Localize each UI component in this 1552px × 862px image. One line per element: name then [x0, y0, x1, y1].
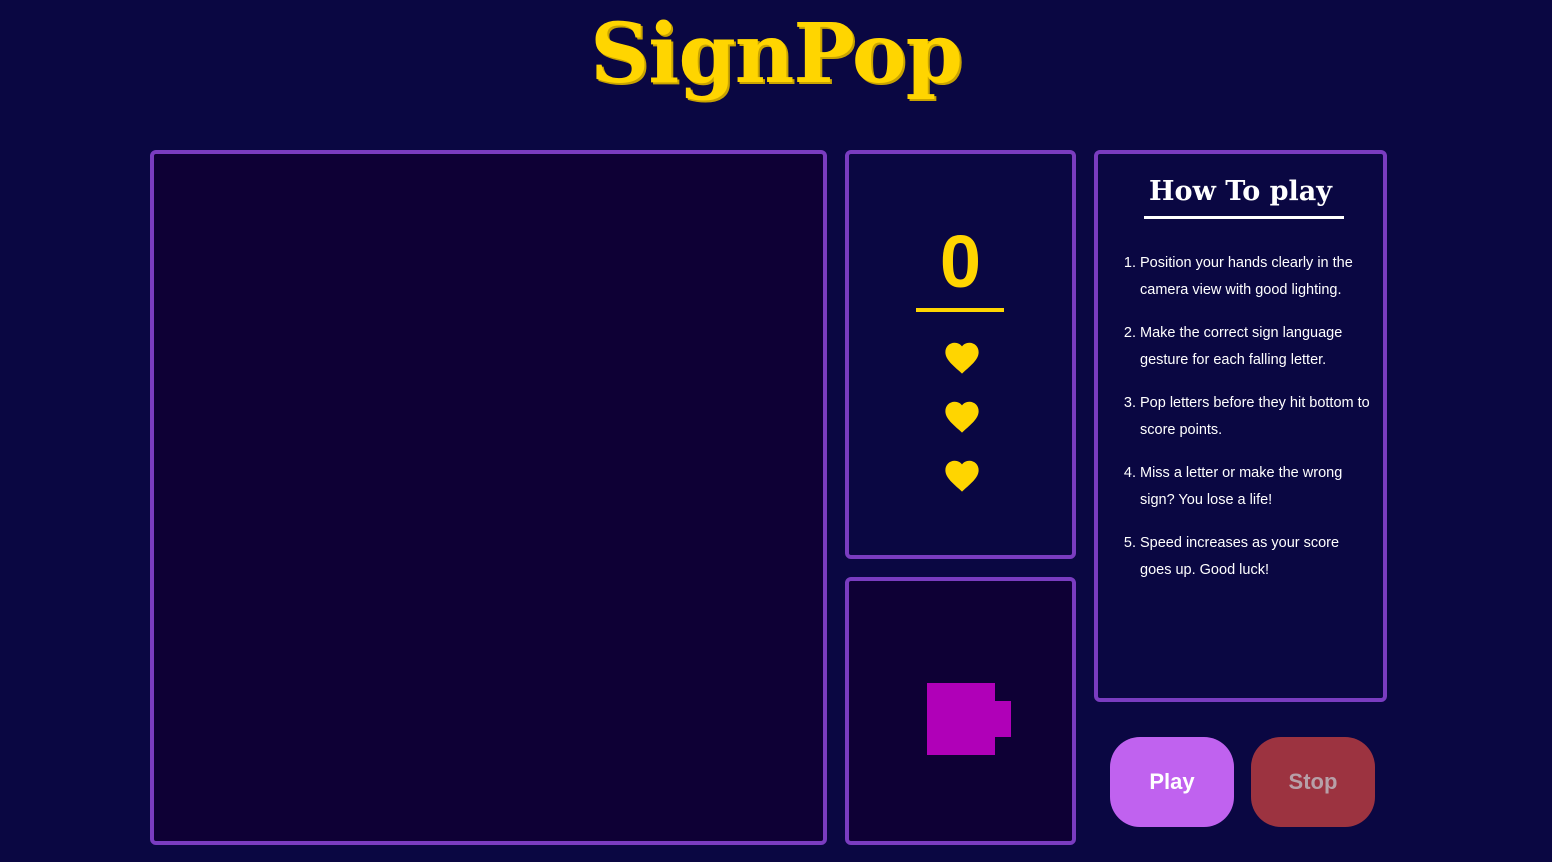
how-to-play-step: Speed increases as your score goes up. G…	[1140, 530, 1370, 584]
how-to-play-title: How To play	[1149, 176, 1332, 207]
how-to-play-step: Position your hands clearly in the camer…	[1140, 250, 1370, 304]
score-panel: 0	[845, 150, 1076, 559]
how-to-play-panel: How To play Position your hands clearly …	[1094, 150, 1387, 702]
how-to-play-list: Position your hands clearly in the camer…	[1102, 250, 1370, 600]
score-value: 0	[939, 220, 982, 303]
game-canvas[interactable]	[150, 150, 827, 845]
how-to-play-step: Pop letters before they hit bottom to sc…	[1140, 390, 1370, 444]
camera-view	[845, 577, 1076, 845]
video-camera-icon	[927, 683, 1011, 755]
game-title: SignPop	[590, 6, 963, 102]
heart-icon	[945, 460, 979, 492]
stop-button[interactable]: Stop	[1251, 737, 1375, 827]
score-divider	[916, 308, 1004, 312]
how-to-play-divider	[1144, 216, 1344, 219]
play-button[interactable]: Play	[1110, 737, 1234, 827]
heart-icon	[945, 342, 979, 374]
how-to-play-step: Miss a letter or make the wrong sign? Yo…	[1140, 460, 1370, 514]
heart-icon	[945, 401, 979, 433]
how-to-play-step: Make the correct sign language gesture f…	[1140, 320, 1370, 374]
